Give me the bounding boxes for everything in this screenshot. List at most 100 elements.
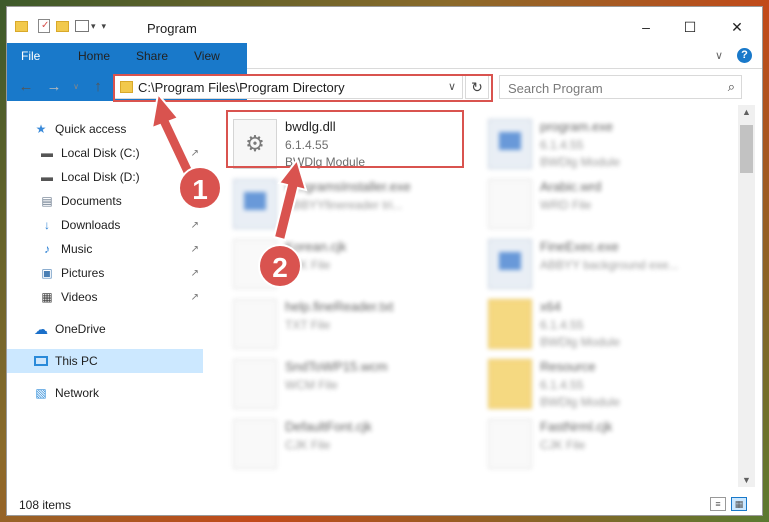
search-icon[interactable]: ⌕ <box>728 79 735 95</box>
callout-badge-two: 2 <box>258 244 302 288</box>
item-count: 108 items <box>19 498 72 512</box>
file-type: TXT File <box>285 318 331 332</box>
search-box[interactable]: Search Program ⌕ <box>499 75 742 99</box>
sidebar-item-label: Music <box>61 242 93 256</box>
scroll-down-icon[interactable]: ▼ <box>738 473 755 487</box>
callout-badge-one: 1 <box>178 166 222 210</box>
customize-toolbar-icon[interactable] <box>75 20 89 32</box>
sidebar-item-local-disk-d[interactable]: ▬ Local Disk (D:) <box>7 165 203 189</box>
recent-locations-icon[interactable]: ∨ <box>67 78 85 96</box>
sidebar-item-documents[interactable]: ▤ Documents ↗ <box>7 189 203 213</box>
close-button[interactable]: ✕ <box>714 13 760 41</box>
file-item[interactable]: program.exe 6.1.4.55 BWDlg Module <box>488 115 728 173</box>
sidebar-item-label: Local Disk (D:) <box>61 170 140 184</box>
sidebar-item-label: Pictures <box>61 266 105 280</box>
pin-icon[interactable]: ↗ <box>191 220 199 231</box>
pin-icon[interactable]: ↗ <box>191 148 199 159</box>
document-icon <box>233 359 277 409</box>
application-icon <box>488 239 532 289</box>
file-item[interactable]: FastNrml.cjk CJK File <box>488 415 728 473</box>
pin-icon[interactable]: ↗ <box>191 244 199 255</box>
sidebar-item-videos[interactable]: ▦ Videos ↗ <box>7 285 203 309</box>
ribbon-tabs: File Home Share View ∨ ? <box>7 43 762 101</box>
forward-arrow-icon[interactable]: → <box>45 78 63 96</box>
sidebar-item-downloads[interactable]: ↓ Downloads ↗ <box>7 213 203 237</box>
document-icon <box>233 419 277 469</box>
tab-view[interactable]: View <box>181 43 233 69</box>
file-version: 6.1.4.55 <box>540 318 584 332</box>
file-item[interactable]: x64 6.1.4.55 BWDlg Module <box>488 295 728 353</box>
search-placeholder: Search Program <box>508 81 603 96</box>
file-item[interactable]: DefaultFont.cjk CJK File <box>233 415 473 473</box>
address-highlight-box <box>113 74 493 102</box>
pin-icon[interactable]: ↗ <box>191 268 199 279</box>
sidebar-item-local-disk-c[interactable]: ▬ Local Disk (C:) ↗ <box>7 141 203 165</box>
documents-icon: ▤ <box>41 194 53 208</box>
navigation-pane: ★ Quick access ▬ Local Disk (C:) ↗ ▬ Loc… <box>7 105 203 497</box>
file-description: BWDlg Module <box>540 395 621 409</box>
file-item[interactable]: FineExec.exe ABBYY background exe... <box>488 235 728 293</box>
help-icon[interactable]: ? <box>737 48 752 63</box>
sidebar-item-label: This PC <box>55 354 98 368</box>
tab-home[interactable]: Home <box>65 43 123 69</box>
folder-icon <box>15 20 28 32</box>
close-icon: ✕ <box>731 18 743 35</box>
file-item[interactable]: Arabic.wrd WRD File <box>488 175 728 233</box>
file-item[interactable]: ProgramsInstaller.exe ABBYYfinereader tr… <box>233 175 473 233</box>
sidebar-item-quick-access[interactable]: ★ Quick access <box>7 117 203 141</box>
cloud-icon: ☁ <box>34 320 48 337</box>
maximize-button[interactable]: ☐ <box>667 13 713 41</box>
scroll-up-icon[interactable]: ▲ <box>738 105 755 119</box>
file-description: BWDlg Module <box>540 335 621 349</box>
file-item[interactable]: SndToWP15.wcm WCM File <box>233 355 473 413</box>
sidebar-item-label: Documents <box>61 194 122 208</box>
explorer-window: ✓ ▾ ▾ Program – ☐ ✕ File Home Share View… <box>6 6 763 516</box>
sidebar-item-label: Local Disk (C:) <box>61 146 140 160</box>
file-name: SndToWP15.wcm <box>285 359 388 374</box>
details-view-icon[interactable]: ≡ <box>710 497 726 511</box>
back-arrow-icon[interactable]: ← <box>17 78 35 96</box>
pictures-icon: ▣ <box>41 266 53 280</box>
file-type: CJK File <box>540 438 586 452</box>
vertical-scrollbar[interactable]: ▲ ▼ <box>738 105 755 487</box>
sidebar-item-network[interactable]: ▧ Network <box>7 381 203 405</box>
quick-access-toolbar: ✓ ▾ ▾ <box>15 17 106 35</box>
scrollbar-thumb[interactable] <box>740 125 753 173</box>
file-name: Resource <box>540 359 596 374</box>
file-item[interactable]: help.fineReader.txt TXT File <box>233 295 473 353</box>
pin-icon[interactable]: ↗ <box>191 292 199 303</box>
up-arrow-icon[interactable]: ↑ <box>89 78 107 96</box>
status-bar: 108 items ≡ ▦ <box>7 493 762 515</box>
network-icon: ▧ <box>35 386 47 400</box>
tab-share[interactable]: Share <box>123 43 181 69</box>
sidebar-item-onedrive[interactable]: ☁ OneDrive <box>7 317 203 341</box>
file-name: x64 <box>540 299 561 314</box>
sidebar-item-label: OneDrive <box>55 322 106 336</box>
star-icon: ★ <box>35 122 47 136</box>
sidebar-item-music[interactable]: ♪ Music ↗ <box>7 237 203 261</box>
new-folder-icon[interactable] <box>56 20 69 32</box>
file-type: ABBYYfinereader tri... <box>285 198 403 212</box>
videos-icon: ▦ <box>41 290 53 304</box>
sidebar-item-label: Videos <box>61 290 98 304</box>
window-title: Program <box>147 21 197 36</box>
file-type: CJK File <box>285 438 331 452</box>
file-name: FineExec.exe <box>540 239 619 254</box>
music-icon: ♪ <box>44 242 50 256</box>
chevron-down-icon[interactable]: ▾ <box>91 21 96 32</box>
file-type: WCM File <box>285 378 338 392</box>
toolbar-dropdown-icon[interactable]: ▾ <box>102 21 107 32</box>
expand-ribbon-icon[interactable]: ∨ <box>715 49 723 62</box>
download-icon: ↓ <box>44 218 50 232</box>
minimize-button[interactable]: – <box>623 13 669 41</box>
file-name: DefaultFont.cjk <box>285 419 372 434</box>
document-icon <box>233 299 277 349</box>
drive-icon: ▬ <box>41 170 53 184</box>
document-icon <box>488 419 532 469</box>
sidebar-item-pictures[interactable]: ▣ Pictures ↗ <box>7 261 203 285</box>
large-icons-view-icon[interactable]: ▦ <box>731 497 747 511</box>
application-icon <box>488 119 532 169</box>
properties-icon[interactable]: ✓ <box>38 19 50 33</box>
sidebar-item-this-pc[interactable]: This PC <box>7 349 203 373</box>
file-item[interactable]: Resource 6.1.4.55 BWDlg Module <box>488 355 728 413</box>
